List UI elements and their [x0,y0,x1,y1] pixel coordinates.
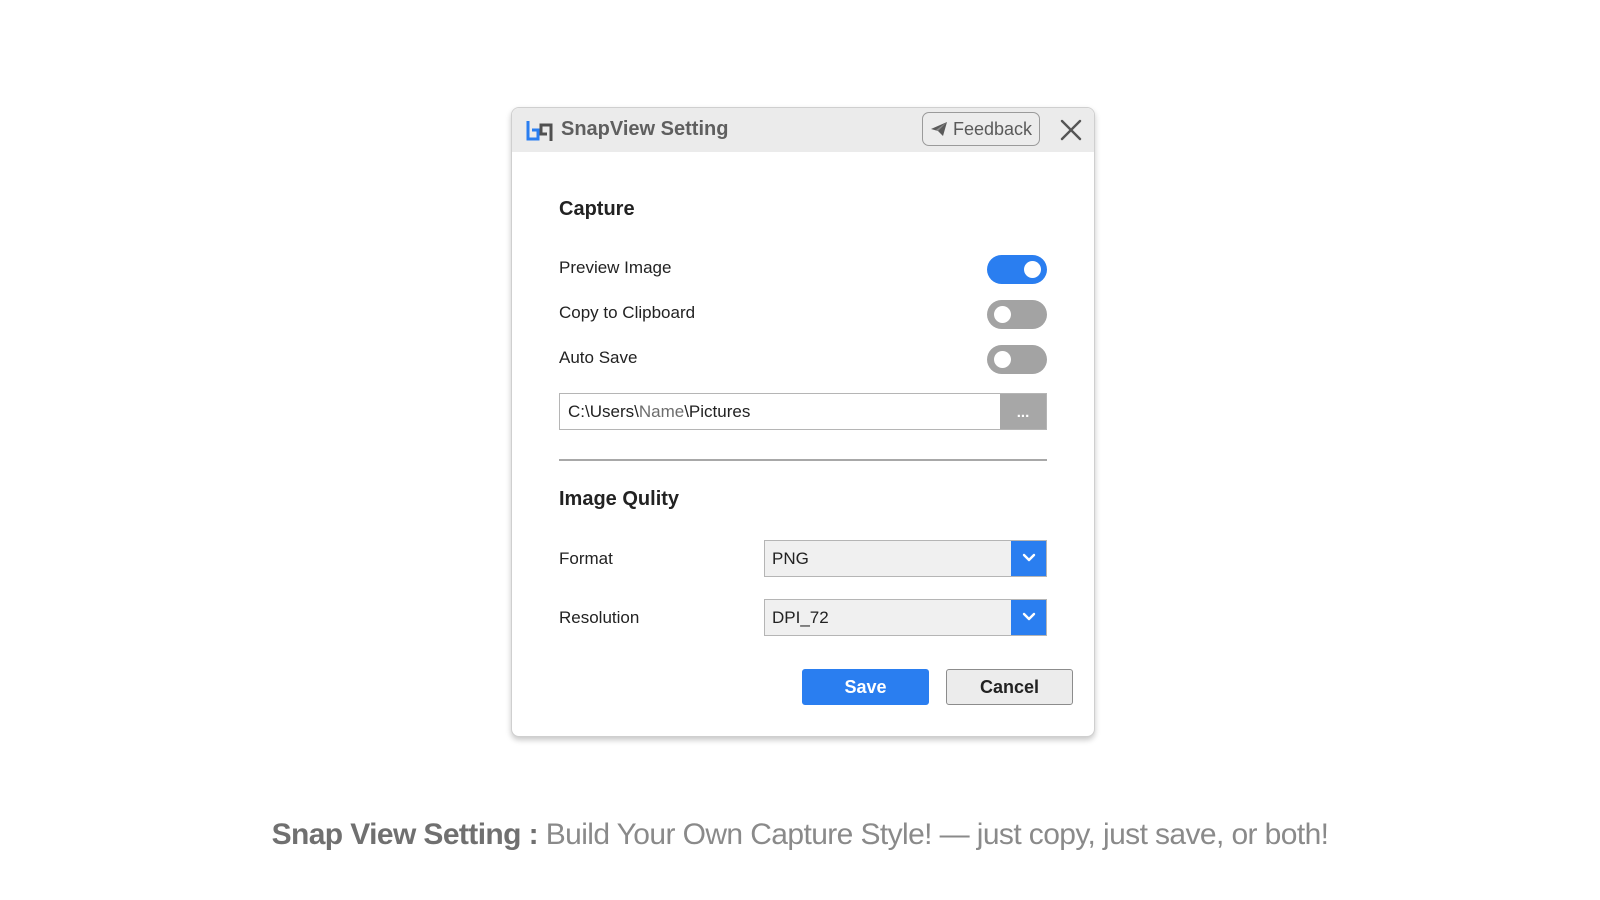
path-user: Name [638,402,685,421]
caption-text: Build Your Own Capture Style! — just cop… [538,818,1329,851]
save-path-input[interactable]: C:\Users\Name\Pictures [560,394,1000,429]
format-label: Format [559,549,613,568]
resolution-value: DPI_72 [772,608,829,627]
copy-to-clipboard-toggle[interactable] [987,300,1047,329]
stage: SnapView Setting Feedback Capture Previe… [0,0,1600,900]
settings-dialog: SnapView Setting Feedback Capture Previe… [511,107,1095,737]
close-icon [1058,119,1084,147]
auto-save-label: Auto Save [559,348,638,367]
chevron-down-icon [1022,609,1036,627]
feedback-label: Feedback [952,118,1033,139]
path-prefix: C:\Users\ [568,402,639,421]
caption-bold: Snap View Setting : [271,818,539,851]
paper-plane-icon [930,121,948,137]
path-suffix: \Pictures [684,402,751,421]
toggle-knob [994,306,1011,323]
toggle-knob [994,351,1011,368]
toggle-knob [1024,261,1041,278]
resolution-label: Resolution [559,608,640,627]
format-select[interactable]: PNG [764,540,1047,577]
resolution-dropdown-button[interactable] [1011,600,1046,635]
resolution-select[interactable]: DPI_72 [764,599,1047,636]
bp-logo-icon [525,119,555,143]
title-bar: SnapView Setting Feedback [512,108,1094,152]
save-path-field[interactable]: C:\Users\Name\Pictures ... [559,393,1047,430]
capture-heading: Capture [559,198,635,220]
preview-image-label: Preview Image [559,258,672,277]
image-quality-heading: Image Qulity [559,488,680,510]
format-value: PNG [772,549,809,568]
feedback-button[interactable]: Feedback [922,112,1040,146]
cancel-button[interactable]: Cancel [946,669,1073,705]
save-button[interactable]: Save [802,669,929,705]
chevron-down-icon [1022,550,1036,568]
format-dropdown-button[interactable] [1011,541,1046,576]
promo-caption: Snap View Setting : Build Your Own Captu… [0,818,1600,852]
copy-to-clipboard-label: Copy to Clipboard [559,303,696,322]
preview-image-toggle[interactable] [987,255,1047,284]
close-button[interactable] [1058,117,1084,143]
section-divider [559,459,1047,461]
window-title: SnapView Setting [561,118,729,140]
auto-save-toggle[interactable] [987,345,1047,374]
browse-button[interactable]: ... [1000,394,1046,429]
